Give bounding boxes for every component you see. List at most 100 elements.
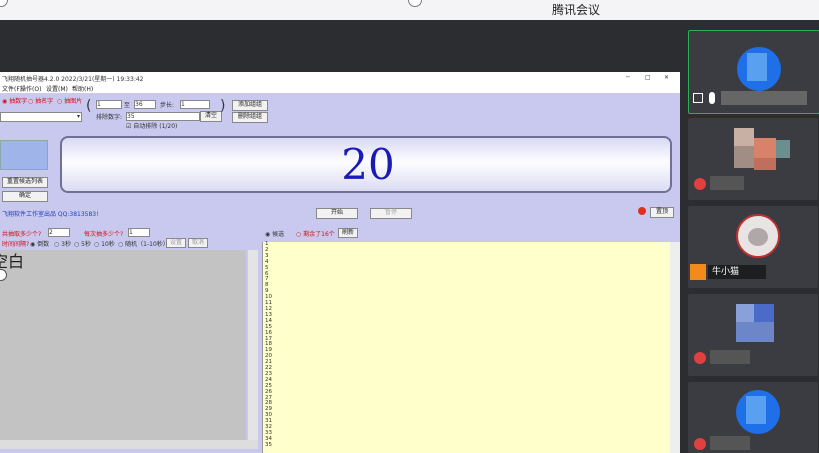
ok-button[interactable]: 确定 — [2, 191, 48, 202]
candidate-number-list: 1 2 3 4 5 6 7 8 9 10 11 12 13 14 15 16 17 18 19 20 21 22 23 24 2… — [265, 241, 272, 449]
stop-icon — [638, 207, 646, 215]
interval-label: 时间间隔? — [2, 241, 30, 248]
result-number: 20 — [341, 140, 395, 189]
range-from-input[interactable]: 1 — [96, 100, 122, 109]
close-button[interactable]: ✕ — [664, 74, 669, 81]
refresh-button[interactable]: 刷新 — [338, 228, 358, 238]
bracket-left: ( — [86, 98, 92, 114]
right-vertical-scrollbar[interactable] — [670, 242, 680, 453]
interval-option-label: 3秒 — [61, 241, 71, 248]
interval-option-label: 10秒 — [101, 241, 115, 248]
interval-radio-10s[interactable]: ○ 10秒 — [94, 239, 115, 248]
cancel-button[interactable]: 取消 — [188, 238, 208, 248]
delete-group-button[interactable]: 删除组组 — [232, 112, 268, 123]
mic-icon — [709, 92, 715, 104]
range-to-input[interactable]: 36 — [134, 100, 156, 109]
reset-list-button[interactable]: 重置候选列表 — [2, 177, 48, 188]
candidates-radio-label: 候选 — [272, 231, 285, 238]
interval-radio-3s[interactable]: ○ 3秒 — [54, 239, 71, 248]
auto-exclude-checkbox[interactable]: ☑ 自动排除 (1/20) — [126, 121, 177, 130]
menu-help[interactable]: 帮助(H) — [72, 84, 93, 93]
mic-muted-icon — [694, 178, 706, 190]
exclude-label: 排除数字: — [96, 114, 123, 121]
left-vertical-scrollbar[interactable] — [248, 250, 258, 440]
horizontal-scrollbar[interactable] — [0, 440, 258, 449]
participant-name — [721, 91, 807, 105]
interval-radio-random[interactable]: ○ 随机（1-10秒） — [118, 239, 169, 248]
meeting-title: 腾讯会议 — [552, 3, 601, 17]
participant-tile-5[interactable] — [688, 382, 818, 453]
avatar-pixel-block — [734, 146, 754, 168]
draw-count-input[interactable]: 2 — [48, 228, 70, 237]
set-button[interactable]: 设置 — [166, 238, 186, 248]
result-history-area[interactable] — [0, 250, 246, 440]
avatar-pixel-block — [754, 138, 776, 158]
avatar-pixel-block — [734, 128, 754, 146]
participant-name — [710, 436, 750, 450]
step-input[interactable]: 1 — [180, 100, 210, 109]
interval-option-label: 5秒 — [81, 241, 91, 248]
auto-exclude-label: 自动排除 — [133, 123, 158, 130]
interval-radio-5s[interactable]: ○ 5秒 — [74, 239, 91, 248]
participant-tile-4[interactable] — [688, 294, 818, 376]
participant-name: 牛小猫 — [708, 265, 766, 279]
clear-button[interactable]: 清空 — [200, 111, 222, 122]
interval-option-label: 随机（1-10秒） — [125, 241, 169, 248]
avatar-pixel-block — [754, 158, 776, 170]
candidates-radio[interactable]: ◉ 候选 — [265, 229, 284, 238]
avatar-pixel-block — [746, 396, 766, 424]
add-group-button[interactable]: 添加组组 — [232, 100, 268, 111]
credits-text: 飞翔软件工作室出品 QQ:3813583! — [2, 211, 99, 218]
mode-radio-number[interactable]: ◉ 抽数字 — [2, 96, 27, 105]
avatar-pixel-block — [747, 53, 767, 81]
host-badge-icon — [690, 264, 706, 280]
interval-radio-countdown[interactable]: ◉ 倒数 — [30, 239, 49, 248]
screen-share-icon — [693, 93, 703, 103]
shared-app-window: 飞翔随机抽号器4.2.0 2022/3/21(星期一) 19:33:42 ─ □… — [0, 72, 680, 453]
app-menu-bar: 文件(F) 操作(O) 设置(M) 帮助(H) — [0, 83, 680, 93]
group-select[interactable]: ▾ — [0, 112, 82, 122]
stop-button[interactable]: 暂停 — [370, 208, 412, 219]
per-draw-label: 每次抽多少个? — [84, 231, 124, 238]
chevron-down-icon: ▾ — [76, 113, 80, 120]
bracket-right: ) — [220, 98, 226, 114]
menu-settings[interactable]: 设置(M) — [46, 84, 68, 93]
draw-count-label: 共抽取多少个? — [2, 231, 42, 238]
remaining-radio[interactable]: ○ 剩余了16个 — [296, 229, 335, 238]
mode-radio-name[interactable]: ○ 抽名字 — [28, 96, 53, 105]
app-title-bar: 飞翔随机抽号器4.2.0 2022/3/21(星期一) 19:33:42 ─ □… — [0, 72, 680, 83]
participant-name — [710, 350, 750, 364]
exclude-input[interactable]: 35 — [126, 112, 200, 121]
remaining-radio-label: 剩余了16个 — [303, 231, 335, 238]
app-title: 飞翔随机抽号器4.2.0 2022/3/21(星期一) 19:33:42 — [2, 76, 144, 83]
start-button[interactable]: 开始 — [316, 208, 358, 219]
top-button[interactable]: 置顶 — [650, 207, 674, 218]
mode-image-label: 抽图片 — [64, 98, 83, 105]
participant-name — [710, 176, 744, 190]
interval-option-label: 倒数 — [37, 241, 50, 248]
auto-exclude-count: (1/20) — [159, 123, 178, 130]
avatar-pixel-block — [754, 304, 774, 322]
participant-tile-3[interactable]: 牛小猫 — [688, 206, 818, 288]
mode-radio-image[interactable]: ○ 抽图片 — [57, 96, 82, 105]
mode-name-label: 抽名字 — [35, 98, 54, 105]
mic-muted-icon — [694, 438, 706, 450]
maximize-button[interactable]: □ — [645, 74, 651, 81]
per-draw-input[interactable]: 1 — [128, 228, 150, 237]
cat-face-icon — [748, 228, 768, 246]
left-area-text: 空白 — [0, 252, 25, 271]
candidate-number: 35 — [265, 441, 272, 448]
candidate-list-area[interactable] — [262, 242, 671, 453]
mode-number-label: 抽数字 — [9, 98, 28, 105]
result-display: 20 — [60, 136, 672, 193]
step-label: 步长: — [160, 102, 175, 109]
range-to-label: 至 — [124, 102, 131, 109]
participant-tile-1[interactable] — [688, 30, 819, 114]
menu-operate[interactable]: 操作(O) — [20, 84, 41, 93]
avatar-pixel-block — [736, 304, 754, 322]
preview-box — [0, 140, 48, 170]
avatar-pixel-block — [776, 140, 790, 158]
participant-tile-2[interactable] — [688, 118, 818, 200]
minimize-button[interactable]: ─ — [626, 74, 630, 81]
mic-muted-icon — [694, 352, 706, 364]
